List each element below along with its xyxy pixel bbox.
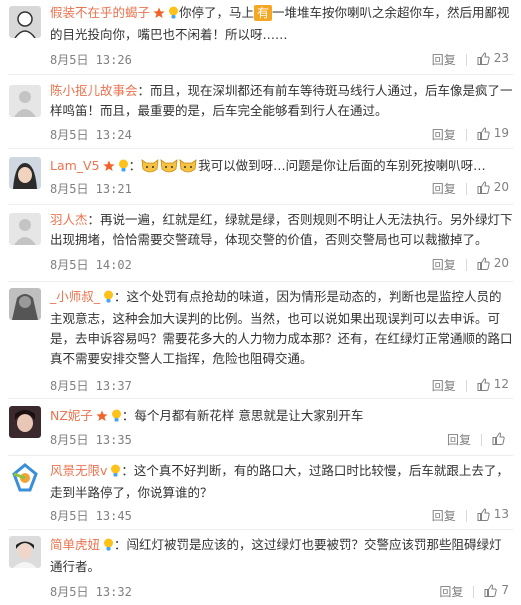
comment-text-pre: ： xyxy=(128,158,142,173)
like-count: 20 xyxy=(493,180,509,194)
bulb-badge-icon xyxy=(110,463,121,483)
comment-time: 8月5日 13:21 xyxy=(50,182,132,196)
cat-face-emoji-icon xyxy=(141,157,159,181)
thumbs-up-icon xyxy=(477,508,490,524)
comment-username[interactable]: 羽人杰 xyxy=(50,212,88,227)
star-badge-icon xyxy=(96,408,108,428)
comment-text: ：这个处罚有点抢劫的味道，因为情形是动态的，判断也是监控人员的主观意志，这种会加… xyxy=(50,289,513,366)
reply-button[interactable]: 回复 xyxy=(432,256,456,273)
like-count: 13 xyxy=(493,507,509,521)
cat-face-emoji-icon xyxy=(179,157,197,181)
comment-username[interactable]: 假装不在乎的蝎子 xyxy=(50,5,150,20)
thumbs-up-icon xyxy=(477,378,490,394)
comment-time: 8月5日 13:24 xyxy=(50,128,132,142)
divider xyxy=(465,379,467,392)
like-button[interactable]: 12 xyxy=(477,377,509,394)
avatar[interactable] xyxy=(9,462,41,494)
comment-text-pre: 你停了，马上 xyxy=(179,5,255,20)
avatar[interactable] xyxy=(9,288,41,320)
like-count: 20 xyxy=(493,256,509,270)
comment-time: 8月5日 13:26 xyxy=(50,53,132,67)
comment-username[interactable]: 简单虎妞 xyxy=(50,537,100,552)
comment-item: 简单虎妞 ：闯红灯被罚是应该的，这过绿灯也要被罚？交警应该罚那些阻碍绿灯通行者。 … xyxy=(0,530,521,605)
reply-button[interactable]: 回复 xyxy=(432,51,456,68)
like-count: 12 xyxy=(493,377,509,391)
divider xyxy=(465,182,467,195)
avatar[interactable] xyxy=(9,157,41,189)
comment-text: ：每个月都有新花样 意思就是让大家别开车 xyxy=(121,408,364,423)
thumbs-up-icon xyxy=(477,52,490,68)
comment-item: 风景无限v ：这个真不好判断，有的路口大，过路口时比较慢，后车就跟上去了，走到半路… xyxy=(0,456,521,530)
like-button[interactable]: 23 xyxy=(477,51,509,68)
avatar[interactable] xyxy=(9,6,41,38)
comment-item: 陈小抠儿故事会：而且，现在深圳都还有前车等待斑马线行人通过，后车像是疯了一样鸣笛… xyxy=(0,75,521,149)
comment-username[interactable]: NZ妮子 xyxy=(50,408,93,423)
like-count: 7 xyxy=(501,583,509,597)
comment-text: 我可以做到呀…问题是你让后面的车别死按喇叭呀… xyxy=(198,158,486,173)
reply-button[interactable]: 回复 xyxy=(432,507,456,524)
divider xyxy=(465,128,467,141)
thumbs-up-icon xyxy=(477,127,490,143)
comment-time: 8月5日 13:45 xyxy=(50,509,132,523)
like-button[interactable] xyxy=(492,431,509,448)
avatar[interactable] xyxy=(9,406,41,438)
bulb-badge-icon xyxy=(168,5,179,25)
avatar[interactable] xyxy=(9,536,41,568)
thumbs-up-icon xyxy=(484,584,498,600)
like-button[interactable]: 20 xyxy=(477,180,509,197)
reply-button[interactable]: 回复 xyxy=(439,583,463,600)
comment-time: 8月5日 13:35 xyxy=(50,433,132,447)
divider xyxy=(465,53,467,66)
bulb-badge-icon xyxy=(111,408,122,428)
reply-button[interactable]: 回复 xyxy=(432,180,456,197)
comment-item: NZ妮子 ：每个月都有新花样 意思就是让大家别开车 8月5日 13:35 回复 xyxy=(0,399,521,456)
reply-button[interactable]: 回复 xyxy=(432,126,456,143)
thumbs-up-icon xyxy=(477,181,490,197)
comment-username[interactable]: Lam_V5 xyxy=(50,158,100,173)
like-count: 23 xyxy=(493,51,509,65)
comment-item: _小师叔_ ：这个处罚有点抢劫的味道，因为情形是动态的，判断也是监控人员的主观意志… xyxy=(0,282,521,399)
bulb-badge-icon xyxy=(103,537,114,557)
comment-list: 假装不在乎的蝎子 你停了，马上有一堆堆车按你喇叭之余超你车，然后用鄙视的目光投向你… xyxy=(0,0,521,605)
divider xyxy=(465,509,467,522)
comment-username[interactable]: 陈小抠儿故事会 xyxy=(50,83,138,98)
comment-text: ：再说一遍，红就是红，绿就是绿，否则规则不明让人无法执行。另外绿灯下出现拥堵，恰… xyxy=(50,212,513,247)
comment-username[interactable]: _小师叔_ xyxy=(50,289,100,304)
thumbs-up-icon xyxy=(492,432,505,448)
like-count: 19 xyxy=(493,126,509,140)
comment-item: Lam_V5 ： 我可以做到呀…问题是你让后面的车别死按喇叭呀… 8月5日 13:2… xyxy=(0,149,521,205)
avatar[interactable] xyxy=(9,213,41,245)
comment-time: 8月5日 13:32 xyxy=(50,585,132,599)
comment-time: 8月5日 13:37 xyxy=(50,379,132,393)
comment-item: 假装不在乎的蝎子 你停了，马上有一堆堆车按你喇叭之余超你车，然后用鄙视的目光投向你… xyxy=(0,0,521,75)
like-button[interactable]: 19 xyxy=(477,126,509,143)
reply-button[interactable]: 回复 xyxy=(432,377,456,394)
like-button[interactable]: 7 xyxy=(484,583,509,600)
avatar[interactable] xyxy=(9,85,41,117)
like-button[interactable]: 20 xyxy=(477,256,509,273)
star-badge-icon xyxy=(102,158,115,178)
divider xyxy=(465,258,467,271)
divider xyxy=(473,585,475,598)
thumbs-up-icon xyxy=(477,257,490,273)
comment-time: 8月5日 14:02 xyxy=(50,258,132,272)
like-button[interactable]: 13 xyxy=(477,507,509,524)
reply-button[interactable]: 回复 xyxy=(447,431,471,448)
cat-face-emoji-icon xyxy=(160,157,178,181)
comment-username[interactable]: 风景无限v xyxy=(50,463,107,478)
comment-text: ：闯红灯被罚是应该的，这过绿灯也要被罚？交警应该罚那些阻碍绿灯通行者。 xyxy=(50,537,502,574)
comment-item: 羽人杰：再说一遍，红就是红，绿就是绿，否则规则不明让人无法执行。另外绿灯下出现拥… xyxy=(0,205,521,282)
bulb-badge-icon xyxy=(118,158,129,178)
divider xyxy=(481,433,482,446)
highlight-tag: 有 xyxy=(254,5,273,21)
star-badge-icon xyxy=(153,5,165,25)
bulb-badge-icon xyxy=(103,289,114,309)
